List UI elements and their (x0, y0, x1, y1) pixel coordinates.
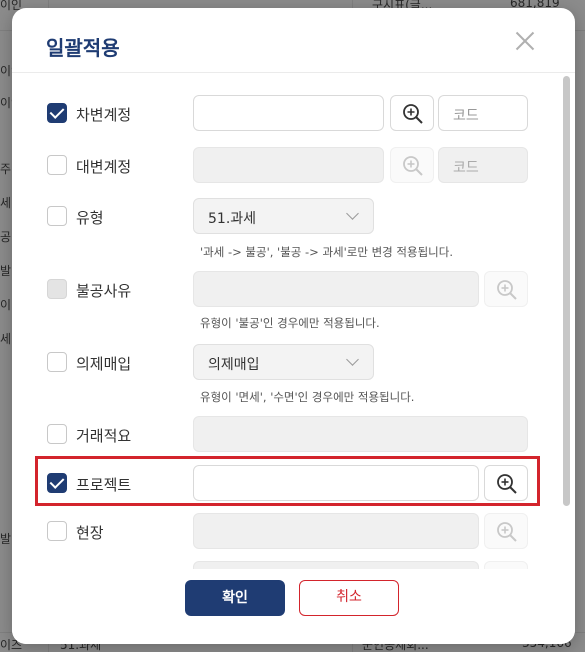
chevron-down-icon (346, 207, 359, 220)
debit-account-code-field[interactable]: 코드 (438, 95, 528, 131)
site-checkbox[interactable] (47, 521, 67, 541)
nondeductible-reason-checkbox (47, 279, 67, 299)
type-select[interactable]: 51.과세 (193, 198, 374, 234)
next-field-input (193, 561, 479, 569)
dialog-footer: 확인 취소 (12, 569, 575, 644)
site-search-button (484, 513, 528, 549)
deemed-purchase-label: 의제매입 (76, 355, 132, 373)
type-label: 유형 (76, 209, 104, 227)
transaction-memo-label: 거래적요 (76, 427, 132, 445)
chevron-down-icon (346, 353, 359, 366)
credit-account-label: 대변계정 (76, 158, 132, 176)
credit-account-code-field: 코드 (438, 147, 528, 183)
nondeductible-reason-label: 불공사유 (76, 282, 132, 300)
transaction-memo-input (193, 416, 528, 452)
row-transaction-memo: 거래적요 (12, 414, 575, 454)
highlight-box (35, 456, 540, 506)
nondeductible-reason-hint: 유형이 '불공'인 경우에만 적용됩니다. (200, 316, 380, 330)
zoom-in-icon (497, 280, 517, 300)
transaction-memo-checkbox[interactable] (47, 424, 67, 444)
row-site: 현장 (12, 511, 575, 551)
zoom-in-icon (497, 522, 517, 542)
dialog-scrollbar[interactable] (563, 76, 570, 506)
zoom-in-icon (403, 156, 423, 176)
row-type: 유형 51.과세 (12, 196, 575, 236)
type-select-value: 51.과세 (208, 211, 257, 227)
deemed-purchase-select-value: 의제매입 (208, 357, 260, 373)
row-deemed-purchase: 의제매입 의제매입 (12, 342, 575, 382)
type-checkbox[interactable] (47, 206, 67, 226)
row-credit-account: 대변계정 코드 (12, 145, 575, 185)
credit-account-input (193, 147, 384, 183)
debit-account-search-button[interactable] (390, 95, 434, 131)
credit-account-search-button (390, 147, 434, 183)
deemed-purchase-select[interactable]: 의제매입 (193, 344, 374, 380)
debit-account-checkbox[interactable] (47, 103, 67, 123)
site-label: 현장 (76, 524, 104, 542)
credit-account-checkbox[interactable] (47, 155, 67, 175)
debit-account-input[interactable] (193, 95, 384, 131)
next-field-search-button (484, 561, 528, 569)
zoom-in-icon (403, 104, 423, 124)
row-next-partial (12, 559, 575, 569)
nondeductible-reason-input (193, 271, 479, 307)
row-debit-account: 차변계정 코드 (12, 93, 575, 133)
dialog-title: 일괄적용 (46, 36, 120, 60)
close-icon[interactable] (512, 28, 538, 54)
site-input (193, 513, 479, 549)
cancel-button[interactable]: 취소 (299, 580, 399, 616)
debit-account-label: 차변계정 (76, 106, 132, 124)
type-hint: '과세 -> 불공', '불공 -> 과세'로만 변경 적용됩니다. (200, 245, 453, 259)
bulk-apply-dialog: 일괄적용 차변계정 코드 대변계정 코드 유형 51.과세 '과세 -> 불공'… (12, 8, 575, 644)
confirm-button[interactable]: 확인 (185, 580, 285, 616)
row-nondeductible-reason: 불공사유 (12, 269, 575, 309)
deemed-purchase-hint: 유형이 '면세', '수면'인 경우에만 적용됩니다. (200, 390, 415, 404)
deemed-purchase-checkbox[interactable] (47, 352, 67, 372)
nondeductible-reason-search-button (484, 271, 528, 307)
